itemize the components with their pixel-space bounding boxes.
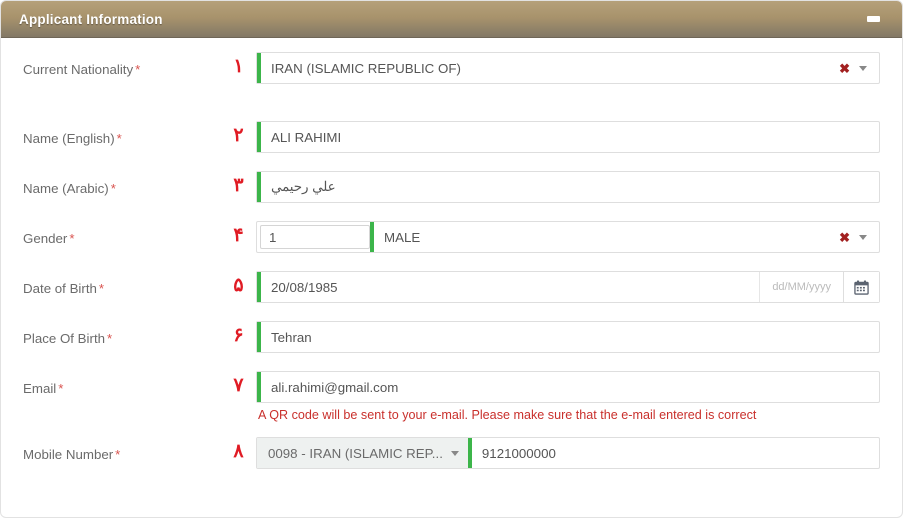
select-adornments: ✖	[835, 53, 879, 83]
step-number-cell: ٣	[221, 167, 256, 196]
form-body: Current Nationality * ١ IRAN (ISLAMIC REP…	[1, 38, 902, 517]
step-number-8: ٨	[233, 441, 244, 462]
form-row-email: Email * ٧ ali.rahimi@gmail.com A QR code …	[23, 367, 880, 422]
required-asterisk: *	[135, 62, 141, 77]
place-of-birth-value: Tehran	[271, 329, 312, 345]
step-number-cell: ٨	[221, 433, 256, 462]
control-cell: IRAN (ISLAMIC REPUBLIC OF) ✖	[256, 48, 880, 84]
step-number-2: ٢	[233, 125, 244, 146]
control-cell: 0098 - IRAN (ISLAMIC REP... 9121000000	[256, 433, 880, 469]
label-cell: Email *	[23, 367, 221, 398]
required-asterisk: *	[69, 231, 75, 246]
step-number-cell: ١	[221, 48, 256, 77]
label-cell: Name (Arabic) *	[23, 167, 221, 198]
required-asterisk: *	[107, 331, 113, 346]
label-cell: Date of Birth *	[23, 267, 221, 298]
required-asterisk: *	[98, 281, 105, 296]
calendar-icon[interactable]	[843, 272, 879, 302]
country-code-select[interactable]: 0098 - IRAN (ISLAMIC REP...	[257, 438, 468, 468]
name-arabic-input[interactable]: علي رحيمي	[256, 171, 880, 203]
required-asterisk: *	[115, 447, 121, 462]
form-row-current-nationality: Current Nationality * ١ IRAN (ISLAMIC REP…	[23, 48, 880, 98]
step-number-1: ١	[233, 56, 244, 77]
minimize-icon[interactable]	[867, 16, 880, 22]
field-label-name-arabic: Name (Arabic)	[23, 181, 109, 196]
page-title: Applicant Information	[19, 11, 163, 27]
label-cell: Gender *	[23, 217, 221, 248]
field-label-place-of-birth: Place Of Birth	[23, 331, 106, 346]
select-adornments: ✖	[835, 222, 879, 252]
step-number-3: ٣	[233, 175, 244, 196]
gender-value: MALE	[384, 229, 421, 245]
label-cell: Name (English) *	[23, 117, 221, 148]
email-hint-message: A QR code will be sent to your e-mail. P…	[258, 408, 757, 422]
form-row-place-of-birth: Place Of Birth * ۶ Tehran	[23, 317, 880, 367]
step-number-4: ۴	[233, 225, 244, 246]
date-of-birth-field[interactable]: 20/08/1985 dd/MM/yyyy	[256, 271, 880, 303]
step-number-5: ۵	[233, 275, 244, 296]
name-english-value: ALI RAHIMI	[271, 129, 342, 145]
step-number-cell: ٢	[221, 117, 256, 146]
applicant-information-panel: Applicant Information Current Nationalit…	[0, 0, 903, 518]
current-nationality-select[interactable]: IRAN (ISLAMIC REPUBLIC OF) ✖	[256, 52, 880, 84]
name-arabic-value: علي رحيمي	[271, 179, 336, 194]
panel-header: Applicant Information	[1, 1, 902, 38]
control-cell: علي رحيمي	[256, 167, 880, 203]
form-row-name-arabic: Name (Arabic) * ٣ علي رحيمي	[23, 167, 880, 217]
mobile-number-value: 9121000000	[481, 445, 556, 461]
place-of-birth-input[interactable]: Tehran	[256, 321, 880, 353]
field-label-date-of-birth: Date of Birth	[23, 281, 97, 296]
step-number-cell: ۵	[221, 267, 256, 296]
email-input[interactable]: ali.rahimi@gmail.com	[256, 371, 880, 403]
mobile-number-field[interactable]: 0098 - IRAN (ISLAMIC REP... 9121000000	[256, 437, 880, 469]
current-nationality-value: IRAN (ISLAMIC REPUBLIC OF)	[271, 60, 461, 76]
control-cell: Tehran	[256, 317, 880, 353]
control-cell: 20/08/1985 dd/MM/yyyy	[256, 267, 880, 303]
field-label-current-nationality: Current Nationality	[23, 62, 134, 77]
date-format-hint: dd/MM/yyyy	[759, 272, 843, 302]
gender-code-input[interactable]: 1	[260, 225, 370, 249]
field-label-gender: Gender	[23, 231, 68, 246]
control-cell: ALI RAHIMI	[256, 117, 880, 153]
form-row-mobile-number: Mobile Number * ٨ 0098 - IRAN (ISLAMIC RE…	[23, 433, 880, 483]
form-row-name-english: Name (English) * ٢ ALI RAHIMI	[23, 117, 880, 167]
chevron-down-icon[interactable]	[450, 450, 459, 456]
required-asterisk: *	[58, 381, 64, 396]
gender-select[interactable]: 1 MALE ✖	[256, 221, 880, 253]
step-number-cell: ۶	[221, 317, 256, 346]
field-label-email: Email	[23, 381, 57, 396]
email-value: ali.rahimi@gmail.com	[271, 379, 399, 395]
label-cell: Place Of Birth *	[23, 317, 221, 348]
form-row-gender: Gender * ۴ 1 MALE ✖	[23, 217, 880, 267]
required-asterisk: *	[116, 131, 122, 146]
country-code-value: 0098 - IRAN (ISLAMIC REP...	[268, 445, 443, 461]
field-label-mobile-number: Mobile Number	[23, 447, 114, 462]
label-cell: Mobile Number *	[23, 433, 221, 464]
clear-icon[interactable]: ✖	[839, 231, 850, 244]
field-label-name-english: Name (English)	[23, 131, 115, 146]
chevron-down-icon[interactable]	[859, 65, 867, 71]
control-cell: ali.rahimi@gmail.com A QR code will be s…	[256, 367, 880, 422]
label-cell: Current Nationality *	[23, 48, 221, 79]
name-english-input[interactable]: ALI RAHIMI	[256, 121, 880, 153]
control-cell: 1 MALE ✖	[256, 217, 880, 253]
required-asterisk: *	[110, 181, 116, 196]
step-number-cell: ٧	[221, 367, 256, 396]
form-row-date-of-birth: Date of Birth * ۵ 20/08/1985 dd/MM/yyyy	[23, 267, 880, 317]
step-number-7: ٧	[233, 375, 244, 396]
step-number-cell: ۴	[221, 217, 256, 246]
step-number-6: ۶	[233, 325, 244, 346]
date-of-birth-value: 20/08/1985	[271, 279, 338, 295]
chevron-down-icon[interactable]	[859, 234, 867, 240]
clear-icon[interactable]: ✖	[839, 62, 850, 75]
